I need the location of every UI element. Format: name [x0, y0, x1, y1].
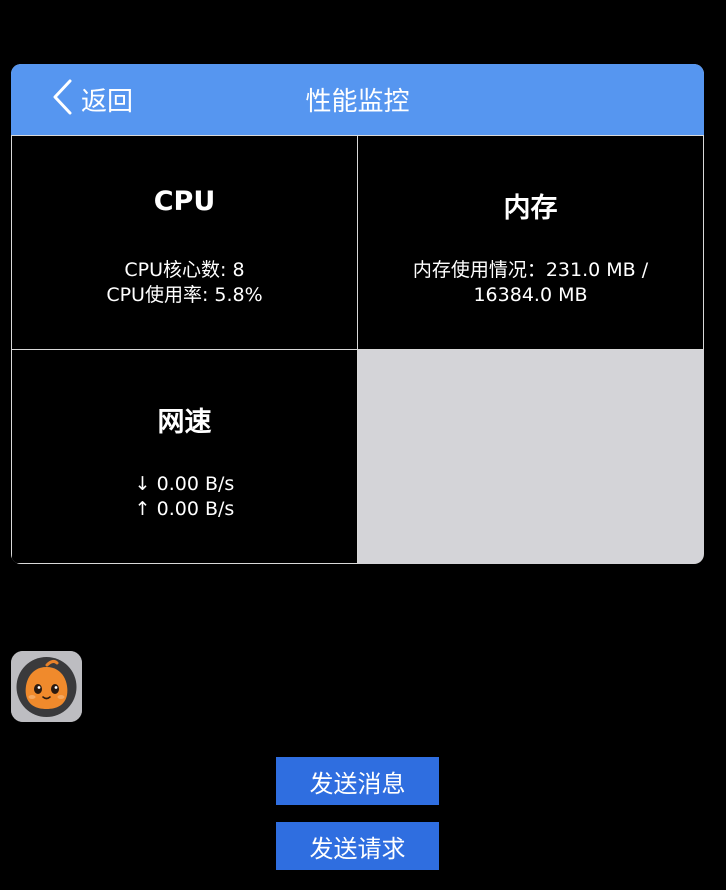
network-title: 网速: [157, 407, 212, 438]
memory-usage-line-2: 16384.0 MB: [473, 284, 588, 306]
performance-monitor-panel: 性能监控 返回 CPU CPU核心数: 8 CPU使用率: 5.8% 内存 内存…: [11, 64, 704, 564]
cpu-title: CPU: [153, 186, 216, 217]
download-speed: ↓ 0.00 B/s: [134, 473, 235, 495]
memory-card: 内存 内存使用情况：231.0 MB / 16384.0 MB: [357, 135, 704, 350]
back-button[interactable]: 返回: [51, 78, 133, 120]
chevron-left-icon: [51, 78, 73, 120]
cpu-core-count: CPU核心数: 8: [124, 259, 245, 281]
memory-stats: 内存使用情况：231.0 MB / 16384.0 MB: [358, 258, 703, 308]
cpu-card: CPU CPU核心数: 8 CPU使用率: 5.8%: [11, 135, 358, 350]
back-label: 返回: [81, 86, 134, 117]
pumpkin-mascot-icon: [11, 651, 82, 722]
app-avatar[interactable]: [11, 651, 82, 722]
upload-speed: ↑ 0.00 B/s: [134, 498, 235, 520]
network-stats: ↓ 0.00 B/s ↑ 0.00 B/s: [12, 472, 357, 522]
memory-title: 内存: [503, 193, 558, 224]
navigation-bar: 性能监控 返回: [11, 64, 704, 135]
cpu-usage: CPU使用率: 5.8%: [106, 284, 263, 306]
memory-usage-line-1: 内存使用情况：231.0 MB /: [412, 259, 649, 281]
network-card: 网速 ↓ 0.00 B/s ↑ 0.00 B/s: [11, 349, 358, 564]
cpu-stats: CPU核心数: 8 CPU使用率: 5.8%: [12, 258, 357, 308]
send-request-button[interactable]: 发送请求: [276, 822, 439, 870]
send-message-button[interactable]: 发送消息: [276, 757, 439, 805]
